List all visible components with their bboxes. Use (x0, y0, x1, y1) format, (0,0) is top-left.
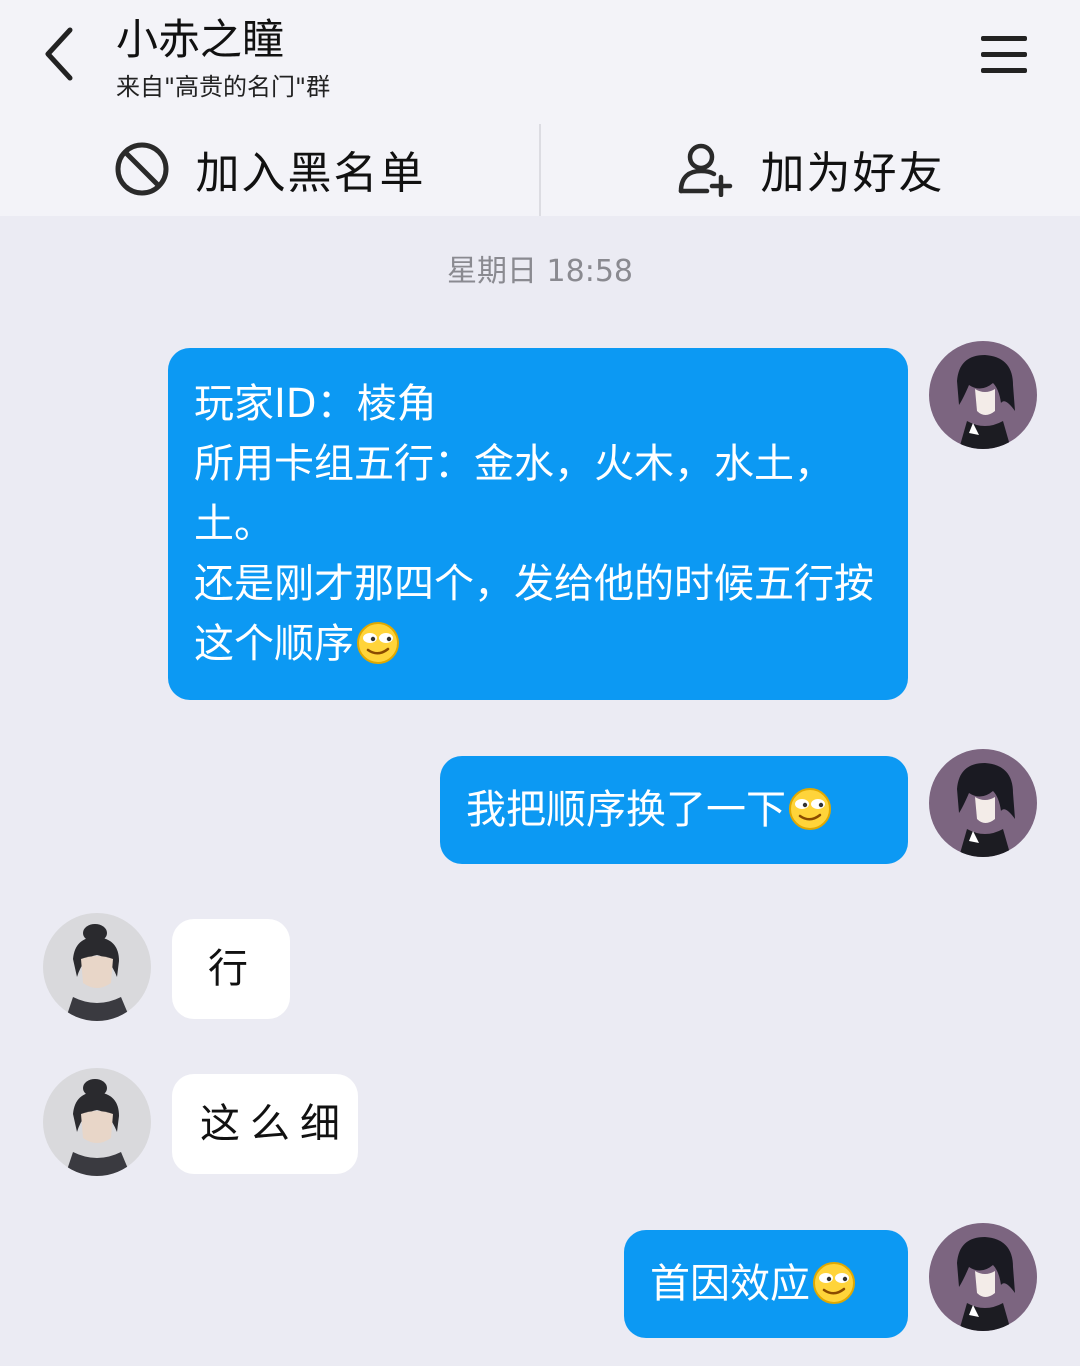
smirk-emoji-icon (789, 788, 831, 830)
incoming-message-bubble[interactable]: 这么细 (172, 1074, 358, 1174)
chat-subtitle: 来自"高贵的名门"群 (116, 73, 331, 101)
contact-avatar[interactable] (43, 913, 151, 1021)
outgoing-message-bubble[interactable]: 首因效应 (624, 1230, 908, 1338)
add-friend-label: 加为好友 (760, 148, 945, 199)
chat-header: 小赤之瞳 来自"高贵的名门"群 (0, 0, 1080, 122)
menu-button[interactable] (974, 30, 1034, 80)
my-avatar[interactable] (929, 749, 1037, 857)
add-to-blacklist-label: 加入黑名单 (195, 148, 426, 199)
hamburger-menu-icon (981, 36, 1027, 73)
my-avatar[interactable] (929, 1223, 1037, 1331)
avatar-image (929, 749, 1037, 857)
add-to-blacklist-button[interactable]: 加入黑名单 (0, 122, 539, 216)
add-friend-button[interactable]: 加为好友 (541, 122, 1080, 216)
message-timestamp: 星期日 18:58 (447, 254, 633, 289)
message-text: 我把顺序换了一下 (466, 787, 786, 833)
stranger-action-bar: 加入黑名单 加为好友 (0, 122, 1080, 216)
outgoing-message-bubble[interactable]: 我把顺序换了一下 (440, 756, 908, 864)
block-icon (115, 142, 168, 196)
avatar-image (43, 1068, 151, 1176)
message-text: 行 (208, 946, 258, 992)
smirk-emoji-icon (813, 1262, 855, 1304)
avatar-image (43, 913, 151, 1021)
avatar-image (929, 1223, 1037, 1331)
contact-avatar[interactable] (43, 1068, 151, 1176)
my-avatar[interactable] (929, 341, 1037, 449)
outgoing-message-bubble[interactable]: 玩家ID：棱角 所用卡组五行：金水，火木，水土，土。 还是刚才那四个，发给他的时… (168, 348, 908, 700)
message-text: 首因效应 (650, 1261, 810, 1307)
chevron-left-icon (45, 27, 73, 81)
avatar-image (929, 341, 1037, 449)
chat-title: 小赤之瞳 (116, 15, 285, 64)
add-user-icon (678, 143, 732, 197)
incoming-message-bubble[interactable]: 行 (172, 919, 290, 1019)
smirk-emoji-icon (357, 622, 399, 664)
message-text: 玩家ID：棱角 所用卡组五行：金水，火木，水土，土。 还是刚才那四个，发给他的时… (194, 381, 874, 667)
message-text: 这么细 (200, 1101, 350, 1147)
back-button[interactable] (28, 22, 92, 86)
